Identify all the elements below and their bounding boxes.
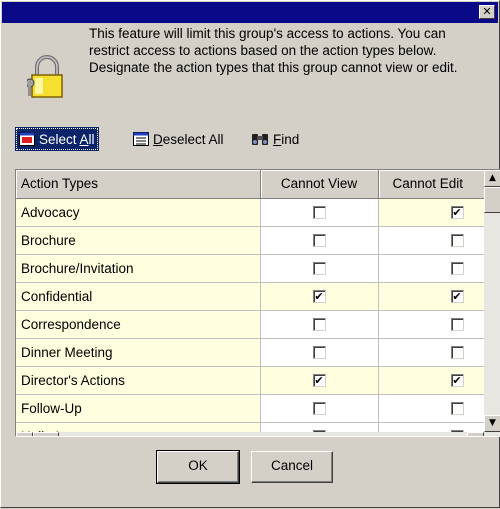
grid-body: Advocacy ✔ Brochure Brochure/Invitation Conf… xyxy=(16,198,484,432)
cannot-edit-cell xyxy=(378,422,484,432)
toolbar: Select All Deselect All Find xyxy=(15,127,495,151)
cannot-edit-checkbox[interactable] xyxy=(450,234,464,248)
grid-header-row: Action Types Cannot View Cannot Edit xyxy=(16,170,484,199)
action-type-cell[interactable]: Confidential xyxy=(16,282,261,311)
action-type-cell[interactable]: Follow-Up xyxy=(16,394,261,423)
cannot-edit-checkbox[interactable] xyxy=(450,346,464,360)
cannot-view-checkbox[interactable] xyxy=(312,346,326,360)
cannot-edit-cell xyxy=(378,310,484,339)
deselect-all-icon xyxy=(133,132,149,146)
table-row[interactable]: Hello Letter xyxy=(16,422,484,432)
binoculars-icon xyxy=(252,134,268,145)
cannot-view-checkbox[interactable] xyxy=(312,206,326,220)
table-row[interactable]: Advocacy ✔ xyxy=(16,198,484,227)
action-type-cell[interactable]: Correspondence xyxy=(16,310,261,339)
deselect-all-label: Deselect All xyxy=(153,131,224,147)
grid-viewport: Action Types Cannot View Cannot Edit Adv… xyxy=(16,170,484,432)
cancel-button[interactable]: Cancel xyxy=(251,451,333,483)
cannot-view-cell xyxy=(260,338,379,367)
action-types-grid: Action Types Cannot View Cannot Edit Adv… xyxy=(15,169,500,437)
action-type-cell[interactable]: Director's Actions xyxy=(16,366,261,395)
cannot-view-cell: ✔ xyxy=(260,366,379,395)
table-row[interactable]: Dinner Meeting xyxy=(16,338,484,367)
scroll-up-button[interactable]: ▲ xyxy=(484,170,500,187)
cannot-view-cell xyxy=(260,394,379,423)
table-row[interactable]: Confidential ✔ ✔ xyxy=(16,282,484,311)
action-type-cell[interactable]: Brochure xyxy=(16,226,261,255)
cannot-edit-checkbox[interactable]: ✔ xyxy=(450,374,464,388)
table-row[interactable]: Follow-Up xyxy=(16,394,484,423)
cannot-view-cell xyxy=(260,310,379,339)
find-button[interactable]: Find xyxy=(247,127,303,151)
column-header-action-types[interactable]: Action Types xyxy=(16,170,261,199)
column-header-cannot-view[interactable]: Cannot View xyxy=(260,170,379,199)
cannot-edit-cell xyxy=(378,254,484,283)
cannot-edit-checkbox[interactable] xyxy=(450,262,464,276)
scroll-right-button[interactable]: ▶ xyxy=(467,432,484,436)
cannot-view-checkbox[interactable]: ✔ xyxy=(312,374,326,388)
cannot-edit-checkbox[interactable]: ✔ xyxy=(450,290,464,304)
select-all-button[interactable]: Select All xyxy=(15,127,99,151)
cannot-edit-checkbox[interactable] xyxy=(450,402,464,416)
cannot-edit-checkbox[interactable]: ✔ xyxy=(450,206,464,220)
column-header-cannot-edit[interactable]: Cannot Edit xyxy=(378,170,484,199)
cannot-view-cell xyxy=(260,198,379,227)
cannot-view-cell xyxy=(260,254,379,283)
dialog-window: ✕ This feature will limit this group's a… xyxy=(0,0,500,508)
cannot-view-cell: ✔ xyxy=(260,282,379,311)
cannot-view-cell xyxy=(260,422,379,432)
action-type-cell[interactable]: Dinner Meeting xyxy=(16,338,261,367)
vertical-scrollbar[interactable]: ▲ ▼ xyxy=(484,170,500,432)
cannot-edit-cell xyxy=(378,338,484,367)
cannot-edit-cell xyxy=(378,394,484,423)
scroll-down-button[interactable]: ▼ xyxy=(484,415,500,432)
scroll-left-button[interactable]: ◀ xyxy=(16,432,33,436)
cannot-edit-cell: ✔ xyxy=(378,198,484,227)
lock-icon xyxy=(27,55,63,98)
info-description: This feature will limit this group's acc… xyxy=(89,26,458,75)
title-bar[interactable]: ✕ xyxy=(2,2,498,23)
cannot-view-checkbox[interactable] xyxy=(312,234,326,248)
action-type-cell[interactable]: Hello Letter xyxy=(16,422,261,432)
cannot-view-cell xyxy=(260,226,379,255)
table-row[interactable]: Brochure/Invitation xyxy=(16,254,484,283)
ok-button[interactable]: OK xyxy=(156,450,240,484)
vertical-scroll-thumb[interactable] xyxy=(484,187,500,213)
cannot-view-checkbox[interactable] xyxy=(312,318,326,332)
table-row[interactable]: Director's Actions ✔ ✔ xyxy=(16,366,484,395)
cannot-view-checkbox[interactable] xyxy=(312,402,326,416)
horizontal-scrollbar[interactable]: ◀ ▶ xyxy=(16,432,500,436)
cannot-edit-cell: ✔ xyxy=(378,282,484,311)
action-type-cell[interactable]: Advocacy xyxy=(16,198,261,227)
table-row[interactable]: Correspondence xyxy=(16,310,484,339)
cannot-view-checkbox[interactable] xyxy=(312,262,326,276)
deselect-all-button[interactable]: Deselect All xyxy=(129,127,228,151)
action-types-table: Action Types Cannot View Cannot Edit Adv… xyxy=(16,170,484,432)
table-row[interactable]: Brochure xyxy=(16,226,484,255)
action-type-cell[interactable]: Brochure/Invitation xyxy=(16,254,261,283)
cannot-edit-cell xyxy=(378,226,484,255)
cannot-edit-checkbox[interactable] xyxy=(450,318,464,332)
dialog-footer: OK Cancel xyxy=(1,443,500,509)
select-all-label: Select All xyxy=(39,131,95,147)
find-label: Find xyxy=(273,131,300,147)
cannot-view-checkbox[interactable]: ✔ xyxy=(312,290,326,304)
horizontal-scroll-thumb[interactable] xyxy=(33,432,59,436)
cannot-edit-cell: ✔ xyxy=(378,366,484,395)
select-all-icon xyxy=(19,132,35,146)
info-panel: This feature will limit this group's acc… xyxy=(19,25,489,123)
close-button[interactable]: ✕ xyxy=(479,5,495,19)
